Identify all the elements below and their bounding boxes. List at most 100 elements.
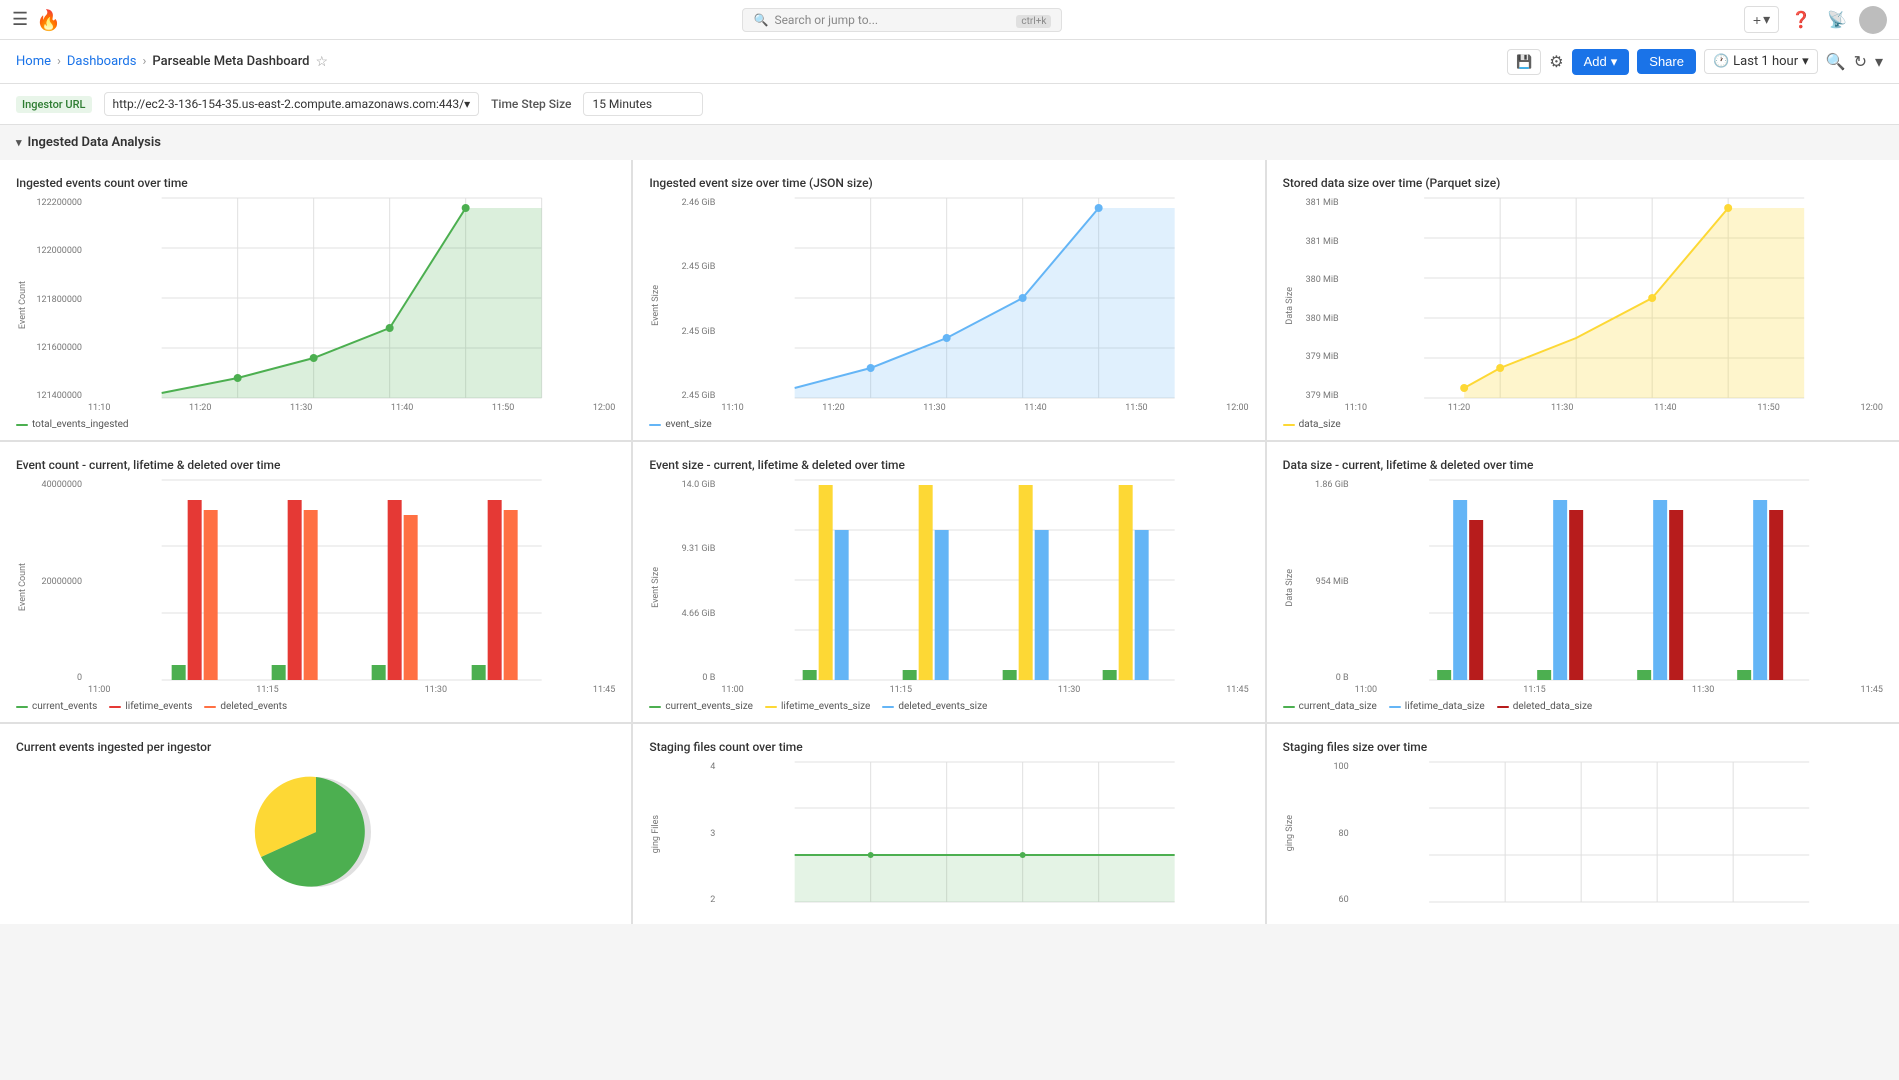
y-axis-label: ging Files [649,815,661,853]
settings-button[interactable]: ⚙ [1549,52,1563,72]
chart-legend: data_size [1283,419,1883,430]
breadcrumb-home[interactable]: Home [16,54,51,69]
app-logo: 🔥 [36,8,61,32]
chart-title: Data size - current, lifetime & deleted … [1283,458,1883,472]
plus-button[interactable]: + ▾ [1744,6,1779,33]
y-axis-label: Event Size [649,567,661,608]
chart-event-size-lifetime: Event size - current, lifetime & deleted… [633,442,1265,723]
legend-current-events-size: current_events_size [649,701,753,712]
feed-button[interactable]: 📡 [1823,6,1851,34]
ingestor-select[interactable]: http://ec2-3-136-154-35.us-east-2.comput… [104,92,480,116]
legend-color [1283,706,1295,708]
filter-bar: Ingestor URL http://ec2-3-136-154-35.us-… [0,84,1899,125]
top-nav-right: + ▾ ❓ 📡 [1744,6,1887,34]
bar-chart-svg [1355,480,1883,680]
legend-deleted-events-size: deleted_events_size [882,701,987,712]
x-axis: 11:10 11:20 11:30 11:40 11:50 12:00 [1295,401,1883,413]
chart-stored-data-size: Stored data size over time (Parquet size… [1267,160,1899,441]
chart-legend: event_size [649,419,1248,430]
breadcrumb-right: 💾 ⚙ Add ▾ Share 🕐 Last 1 hour ▾ 🔍 ↻ ▾ [1507,49,1883,75]
area-chart-svg [1345,198,1883,398]
timestep-value[interactable]: 15 Minutes [583,92,703,116]
legend-color [109,706,121,708]
chart-title: Staging files count over time [649,740,1248,754]
chart-title: Event count - current, lifetime & delete… [16,458,615,472]
chart-svg-area [1355,762,1883,905]
y-axis: 2.46 GiB 2.45 GiB 2.45 GiB 2.45 GiB [661,198,721,401]
save-button[interactable]: 💾 [1507,49,1541,75]
legend-total-events: total_events_ingested [16,419,129,430]
chart-body: ging Files 4 3 2 [649,762,1248,907]
chart-ingested-events-count: Ingested events count over time Event Co… [0,160,632,441]
star-icon[interactable]: ☆ [316,54,329,70]
chart-body: Event Count 122200000 122000000 12180000… [16,198,615,413]
help-button[interactable]: ❓ [1787,6,1815,34]
chart-legend: current_events_size lifetime_events_size… [649,701,1248,712]
dashboard-grid: Ingested events count over time Event Co… [0,160,1899,924]
chart-staging-files-count: Staging files count over time ging Files… [633,724,1265,924]
chart-body: Data Size 381 MiB 381 MiB 380 MiB 380 Mi… [1283,198,1883,413]
chart-current-events-ingestor: Current events ingested per ingestor [0,724,632,924]
search-bar[interactable]: 🔍 Search or jump to... ctrl+k [742,8,1062,32]
section-header[interactable]: ▾ Ingested Data Analysis [0,125,1899,160]
chart-title: Ingested events count over time [16,176,615,190]
legend-data-size: data_size [1283,419,1341,430]
chart-svg-area [1355,480,1883,683]
legend-color [649,424,661,426]
chart-ingested-event-size: Ingested event size over time (JSON size… [633,160,1265,441]
bar-chart-svg [721,480,1248,680]
top-nav-left: ☰ 🔥 [12,8,61,32]
chart-staging-files-size: Staging files size over time ging Size 1… [1267,724,1899,924]
chart-event-count-lifetime: Event count - current, lifetime & delete… [0,442,632,723]
legend-color [204,706,216,708]
chart-legend: current_events lifetime_events deleted_e… [16,701,615,712]
legend-color [16,706,28,708]
y-axis-label: Data Size [1283,569,1295,607]
area-chart-svg [88,198,615,398]
section-title: Ingested Data Analysis [28,135,161,150]
legend-lifetime-events-size: lifetime_events_size [765,701,870,712]
legend-lifetime-events: lifetime_events [109,701,192,712]
chart-title: Current events ingested per ingestor [16,740,615,754]
chart-svg-area [88,480,615,683]
y-axis: 1.86 GiB 954 MiB 0 B [1295,480,1355,683]
area-chart-svg [721,198,1248,398]
breadcrumb-dashboards[interactable]: Dashboards [67,54,137,69]
chart-svg-area [721,480,1248,683]
more-options-button[interactable]: ▾ [1875,52,1883,72]
y-axis: 14.0 GiB 9.31 GiB 4.66 GiB 0 B [661,480,721,683]
legend-color [765,706,777,708]
y-axis-label: Event Count [16,563,28,611]
top-nav: ☰ 🔥 🔍 Search or jump to... ctrl+k + ▾ ❓ … [0,0,1899,40]
legend-color [1497,706,1509,708]
chart-title: Stored data size over time (Parquet size… [1283,176,1883,190]
legend-current-events: current_events [16,701,97,712]
ingestor-label: Ingestor URL [16,96,92,113]
chart-legend: total_events_ingested [16,419,615,430]
refresh-button[interactable]: ↻ [1854,52,1867,72]
y-axis: 4 3 2 [661,762,721,905]
zoom-out-button[interactable]: 🔍 [1826,52,1846,72]
search-icon: 🔍 [753,13,768,27]
legend-color [16,424,28,426]
pie-chart-area [16,762,615,892]
chart-title: Event size - current, lifetime & deleted… [649,458,1248,472]
collapse-icon: ▾ [16,136,22,149]
time-range-picker[interactable]: 🕐 Last 1 hour ▾ [1704,49,1818,74]
add-button[interactable]: Add ▾ [1572,49,1630,75]
chart-body: Event Size 2.46 GiB 2.45 GiB 2.45 GiB 2.… [649,198,1248,413]
chart-svg-area [88,198,615,401]
avatar[interactable] [1859,6,1887,34]
y-axis-label: Data Size [1283,287,1295,325]
x-axis: 11:00 11:15 11:30 11:45 [28,683,615,695]
chevron-down-icon: ▾ [1763,11,1770,28]
legend-lifetime-data-size: lifetime_data_size [1389,701,1485,712]
legend-current-data-size: current_data_size [1283,701,1377,712]
pie-chart-svg [216,762,416,892]
chart-svg-area [721,198,1248,401]
y-axis-label: Event Size [649,285,661,326]
chart-body: Event Size 14.0 GiB 9.31 GiB 4.66 GiB 0 … [649,480,1248,695]
share-button[interactable]: Share [1637,49,1696,74]
area-chart-svg [721,762,1248,902]
menu-button[interactable]: ☰ [12,9,28,30]
